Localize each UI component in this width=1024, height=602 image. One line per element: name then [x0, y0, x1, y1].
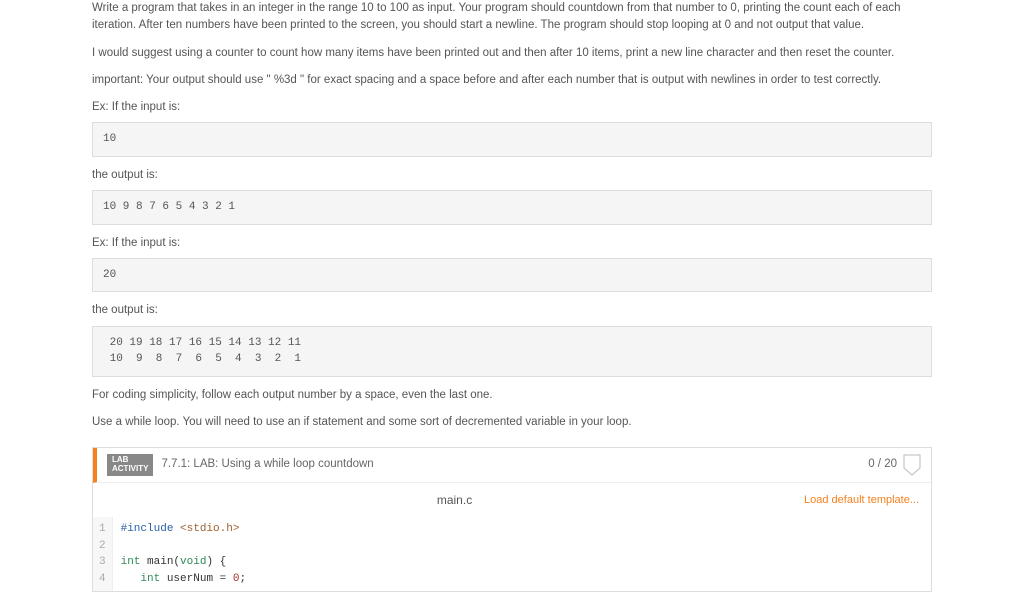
lab-activity-panel: LAB ACTIVITY 7.7.1: LAB: Using a while l…: [92, 447, 932, 592]
example1-input-box: 10: [92, 122, 932, 157]
example1-output-box: 10 9 8 7 6 5 4 3 2 1: [92, 190, 932, 225]
code-token: userNum =: [160, 573, 233, 585]
lab-score: 0 / 20: [868, 456, 897, 473]
file-name-label: main.c: [105, 491, 804, 509]
code-token: void: [180, 556, 206, 568]
editor-gutter: 1 2 3 4: [93, 517, 113, 591]
code-token: ;: [239, 573, 246, 585]
code-token: int: [121, 556, 141, 568]
load-default-template-link[interactable]: Load default template...: [804, 492, 919, 509]
code-token: 0: [233, 573, 240, 585]
example2-output-label: the output is:: [92, 302, 932, 319]
example1-label: Ex: If the input is:: [92, 99, 932, 116]
lab-activity-badge: LAB ACTIVITY: [107, 454, 153, 476]
example1-output-label: the output is:: [92, 167, 932, 184]
instruction-paragraph-3: important: Your output should use " %3d …: [92, 72, 932, 89]
example2-input-box: 20: [92, 258, 932, 293]
lab-title: 7.7.1: LAB: Using a while loop countdown: [161, 456, 868, 473]
example2-output-box: 20 19 18 17 16 15 14 13 12 11 10 9 8 7 6…: [92, 326, 932, 377]
shield-icon: [903, 454, 921, 476]
example2-label: Ex: If the input is:: [92, 235, 932, 252]
instruction-paragraph-2: I would suggest using a counter to count…: [92, 45, 932, 62]
final-note-1: For coding simplicity, follow each outpu…: [92, 387, 932, 404]
editor-code[interactable]: #include <stdio.h> int main(void) { int …: [113, 517, 254, 591]
code-editor[interactable]: 1 2 3 4 #include <stdio.h> int main(void…: [93, 517, 931, 591]
lab-badge-line2: ACTIVITY: [112, 465, 148, 474]
code-token: [121, 573, 141, 585]
instruction-paragraph-1: Write a program that takes in an integer…: [92, 0, 932, 35]
lab-header: LAB ACTIVITY 7.7.1: LAB: Using a while l…: [93, 448, 931, 483]
code-token: int: [140, 573, 160, 585]
code-token: #include: [121, 523, 180, 535]
file-bar: main.c Load default template...: [93, 483, 931, 517]
code-token: main(: [140, 556, 180, 568]
final-note-2: Use a while loop. You will need to use a…: [92, 414, 932, 431]
content-area: Write a program that takes in an integer…: [92, 0, 932, 602]
code-token: <stdio.h>: [180, 523, 239, 535]
code-token: ) {: [206, 556, 226, 568]
page-container: Write a program that takes in an integer…: [0, 0, 1024, 602]
